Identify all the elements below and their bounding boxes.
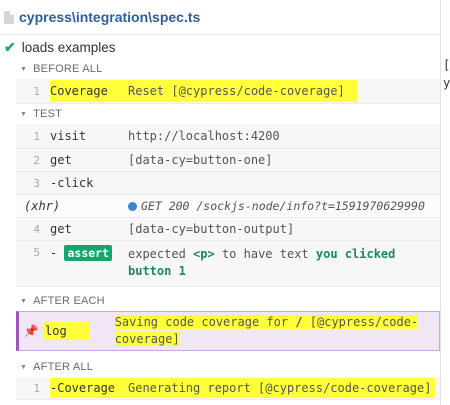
section-label: AFTER EACH: [33, 295, 105, 307]
command-number: 2: [33, 153, 40, 167]
command-row-coverage-report[interactable]: 1 -Coverage Generating report [@cypress/…: [16, 377, 440, 400]
command-row-click[interactable]: 3 -click: [16, 172, 440, 195]
check-icon: ✔: [4, 38, 16, 55]
command-row-xhr[interactable]: (xhr) GET 200 /sockjs-node/info?t=159197…: [16, 195, 440, 218]
assert-badge: assert: [64, 245, 113, 261]
log-text-3: coverage]: [114, 332, 180, 346]
highlight: Coverage Reset [@cypress/code-coverage]: [50, 80, 357, 102]
adjacent-pane-fragment: [ y: [443, 52, 450, 96]
assert-value-cont: button 1: [128, 264, 186, 278]
caret-down-icon: ▼: [20, 65, 28, 73]
command-message: [data-cy=button-one]: [128, 153, 273, 167]
command-row-visit[interactable]: 1 visit http://localhost:4200: [16, 124, 440, 149]
log-text-2: [@cypress/code-: [309, 315, 419, 329]
command-name: Coverage: [50, 84, 108, 98]
section-label: AFTER ALL: [33, 361, 94, 373]
log-path: /: [295, 315, 303, 329]
command-name: -Coverage: [50, 381, 116, 395]
command-log-panel: cypress\integration\spec.ts ✔ loads exam…: [0, 0, 441, 405]
section-test[interactable]: ▼ TEST: [0, 104, 440, 124]
assert-value: you clicked: [315, 247, 396, 261]
test-title-row[interactable]: ✔ loads examples: [0, 35, 440, 59]
assert-element: <p>: [193, 247, 215, 261]
section-label: TEST: [33, 108, 63, 120]
file-icon: [4, 10, 14, 24]
assert-text: to have text: [221, 247, 309, 261]
command-name: - assert: [50, 245, 128, 261]
command-message: Saving code coverage for / [@cypress/cod…: [114, 314, 439, 348]
command-number: 1: [33, 129, 40, 143]
section-after-each[interactable]: ▼ AFTER EACH: [0, 291, 440, 311]
command-row-assert[interactable]: 5 - assert expected <p> to have text you…: [16, 241, 440, 287]
command-row-get-output[interactable]: 4 get [data-cy=button-output]: [16, 218, 440, 241]
xhr-message: GET 200 /sockjs-node/info?t=159197062999…: [128, 199, 440, 213]
command-number: 4: [33, 222, 40, 236]
spec-header: cypress\integration\spec.ts: [0, 0, 440, 35]
section-before-all[interactable]: ▼ BEFORE ALL: [0, 59, 440, 79]
fragment-line: y: [443, 76, 450, 90]
pin-icon[interactable]: 📌: [19, 324, 43, 338]
command-name: log: [43, 322, 89, 340]
command-message: Generating report [@cypress/code-coverag…: [128, 381, 432, 395]
command-number: 3: [33, 176, 40, 190]
xhr-status-dot-icon: [128, 202, 137, 211]
command-number: 1: [33, 84, 40, 98]
test-title: loads examples: [21, 39, 116, 55]
command-name: visit: [50, 129, 87, 143]
command-row-get-one[interactable]: 2 get [data-cy=button-one]: [16, 149, 440, 172]
section-after-all[interactable]: ▼ AFTER ALL: [0, 357, 440, 377]
command-row-log-pinned[interactable]: 📌 log Saving code coverage for / [@cypre…: [16, 311, 440, 351]
assert-expected: expected: [128, 247, 186, 261]
xhr-label: (xhr): [24, 199, 61, 213]
caret-down-icon: ▼: [20, 110, 28, 118]
section-label: BEFORE ALL: [33, 63, 103, 75]
command-name: -click: [50, 176, 94, 190]
command-row-coverage-reset[interactable]: 1 Coverage Reset [@cypress/code-coverage…: [16, 79, 440, 104]
caret-down-icon: ▼: [20, 297, 28, 305]
command-number: 1: [33, 381, 40, 395]
highlight: -Coverage Generating report [@cypress/co…: [50, 378, 436, 398]
command-message: http://localhost:4200: [128, 129, 280, 143]
log-text: Saving code coverage for: [114, 315, 289, 329]
assert-message: expected <p> to have text you clicked bu…: [128, 246, 440, 280]
command-name: get: [50, 222, 72, 236]
command-name: get: [50, 153, 72, 167]
caret-down-icon: ▼: [20, 363, 28, 371]
xhr-url: GET 200 /sockjs-node/info?t=159197062999…: [141, 199, 425, 213]
command-message: [data-cy=button-output]: [128, 222, 295, 236]
spec-path[interactable]: cypress\integration\spec.ts: [19, 9, 200, 25]
assert-dash: -: [50, 246, 58, 260]
command-message: Reset [@cypress/code-coverage]: [128, 84, 345, 98]
command-number: 5: [33, 246, 40, 259]
